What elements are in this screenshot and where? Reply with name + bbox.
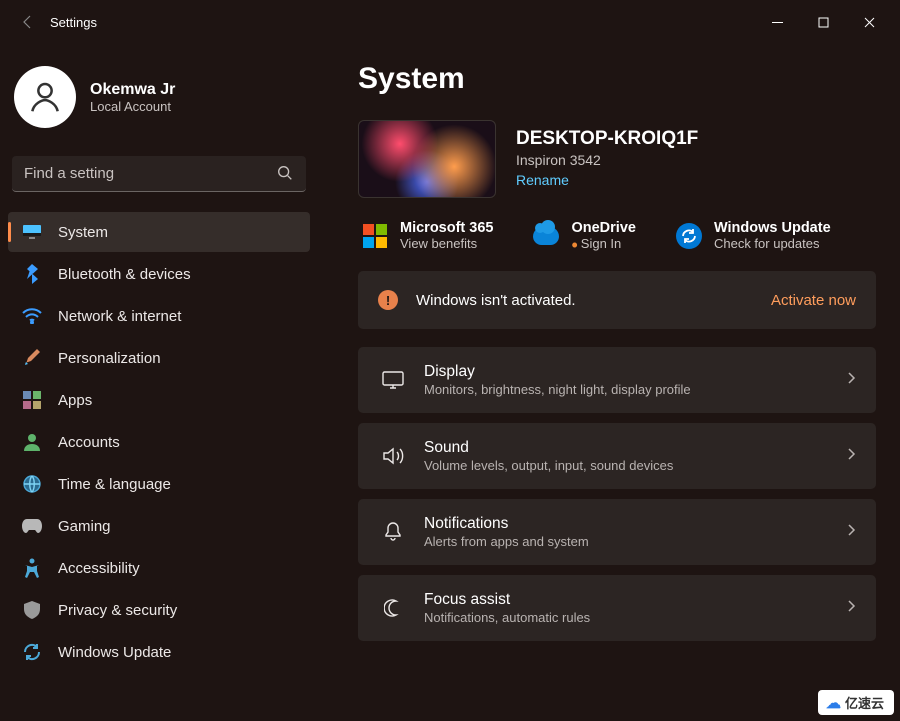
promo-title: Microsoft 365: [400, 220, 493, 236]
chevron-right-icon: [846, 447, 856, 466]
promo-sub: Check for updates: [714, 236, 831, 251]
search-icon: [276, 164, 294, 187]
nav-label: Time & language: [58, 476, 171, 493]
settings-list: Display Monitors, brightness, night ligh…: [358, 347, 876, 641]
user-account-type: Local Account: [90, 99, 175, 114]
nav-label: Apps: [58, 392, 92, 409]
rename-link[interactable]: Rename: [516, 172, 569, 188]
main-content: System DESKTOP-KROIQ1F Inspiron 3542 Ren…: [318, 44, 900, 721]
sidebar-item-network[interactable]: Network & internet: [8, 296, 310, 336]
promo-microsoft-365[interactable]: Microsoft 365 View benefits: [362, 220, 493, 251]
back-button[interactable]: [8, 2, 48, 42]
nav-label: Privacy & security: [58, 602, 177, 619]
sidebar-item-gaming[interactable]: Gaming: [8, 506, 310, 546]
activation-banner: ! Windows isn't activated. Activate now: [358, 271, 876, 329]
nav-label: System: [58, 224, 108, 241]
close-button[interactable]: [846, 6, 892, 38]
update-icon: [22, 642, 42, 662]
promo-title: OneDrive: [571, 220, 635, 236]
promo-title: Windows Update: [714, 220, 831, 236]
minimize-button[interactable]: [754, 6, 800, 38]
brush-icon: [22, 348, 42, 368]
user-name: Okemwa Jr: [90, 81, 175, 99]
watermark: ☁亿速云: [818, 690, 894, 715]
activate-now-link[interactable]: Activate now: [771, 292, 856, 309]
bluetooth-icon: [22, 264, 42, 284]
sidebar-item-bluetooth[interactable]: Bluetooth & devices: [8, 254, 310, 294]
search-input[interactable]: [12, 156, 306, 192]
bell-icon: [378, 522, 408, 542]
list-item-title: Display: [424, 363, 846, 381]
sidebar-item-accounts[interactable]: Accounts: [8, 422, 310, 462]
activation-message: Windows isn't activated.: [416, 292, 771, 309]
nav-label: Windows Update: [58, 644, 171, 661]
promo-windows-update[interactable]: Windows Update Check for updates: [676, 220, 831, 251]
chevron-right-icon: [846, 523, 856, 542]
sidebar-item-apps[interactable]: Apps: [8, 380, 310, 420]
chevron-right-icon: [846, 599, 856, 618]
nav-label: Accessibility: [58, 560, 140, 577]
gamepad-icon: [22, 516, 42, 536]
sidebar-item-time[interactable]: Time & language: [8, 464, 310, 504]
onedrive-icon: [533, 223, 559, 249]
microsoft-logo-icon: [362, 223, 388, 249]
list-item-sound[interactable]: Sound Volume levels, output, input, soun…: [358, 423, 876, 489]
apps-icon: [22, 390, 42, 410]
sidebar-item-personalization[interactable]: Personalization: [8, 338, 310, 378]
device-info: DESKTOP-KROIQ1F Inspiron 3542 Rename: [358, 120, 876, 198]
sound-icon: [378, 447, 408, 465]
promo-onedrive[interactable]: OneDrive •Sign In: [533, 220, 635, 251]
window-controls: [754, 6, 892, 38]
warning-icon: !: [378, 290, 398, 310]
list-item-sub: Monitors, brightness, night light, displ…: [424, 382, 846, 397]
sidebar-item-privacy[interactable]: Privacy & security: [8, 590, 310, 630]
sidebar-item-accessibility[interactable]: Accessibility: [8, 548, 310, 588]
list-item-sub: Alerts from apps and system: [424, 534, 846, 549]
display-icon: [378, 371, 408, 389]
list-item-sub: Volume levels, output, input, sound devi…: [424, 458, 846, 473]
list-item-display[interactable]: Display Monitors, brightness, night ligh…: [358, 347, 876, 413]
promo-sub: •Sign In: [571, 236, 635, 251]
device-thumbnail: [358, 120, 496, 198]
chevron-right-icon: [846, 371, 856, 390]
nav-list: System Bluetooth & devices Network & int…: [8, 212, 310, 672]
list-item-sub: Notifications, automatic rules: [424, 610, 846, 625]
shield-icon: [22, 600, 42, 620]
list-item-title: Notifications: [424, 515, 846, 533]
list-item-notifications[interactable]: Notifications Alerts from apps and syste…: [358, 499, 876, 565]
user-profile[interactable]: Okemwa Jr Local Account: [8, 56, 310, 146]
nav-label: Gaming: [58, 518, 111, 535]
search-container: [12, 156, 306, 192]
list-item-title: Sound: [424, 439, 846, 457]
avatar: [14, 66, 76, 128]
list-item-title: Focus assist: [424, 591, 846, 609]
wifi-icon: [22, 306, 42, 326]
maximize-button[interactable]: [800, 6, 846, 38]
nav-label: Network & internet: [58, 308, 181, 325]
accessibility-icon: [22, 558, 42, 578]
nav-label: Accounts: [58, 434, 120, 451]
list-item-focus-assist[interactable]: Focus assist Notifications, automatic ru…: [358, 575, 876, 641]
windows-update-icon: [676, 223, 702, 249]
sidebar-item-update[interactable]: Windows Update: [8, 632, 310, 672]
app-title: Settings: [50, 15, 97, 30]
titlebar: Settings: [0, 0, 900, 44]
device-model: Inspiron 3542: [516, 152, 698, 168]
person-icon: [22, 432, 42, 452]
promo-row: Microsoft 365 View benefits OneDrive •Si…: [358, 220, 876, 251]
display-icon: [22, 222, 42, 242]
sidebar-item-system[interactable]: System: [8, 212, 310, 252]
sidebar: Okemwa Jr Local Account System Bluetooth…: [0, 44, 318, 721]
promo-sub: View benefits: [400, 236, 493, 251]
device-name: DESKTOP-KROIQ1F: [516, 128, 698, 150]
nav-label: Personalization: [58, 350, 161, 367]
moon-icon: [378, 599, 408, 617]
page-title: System: [358, 62, 876, 96]
globe-icon: [22, 474, 42, 494]
nav-label: Bluetooth & devices: [58, 266, 191, 283]
